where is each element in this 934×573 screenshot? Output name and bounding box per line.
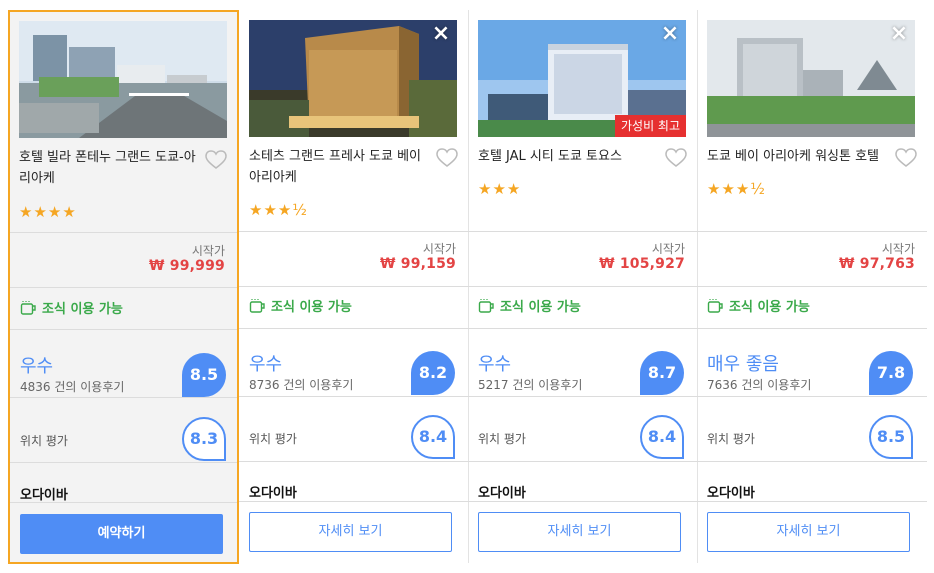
divider [10,232,237,233]
hotel-name[interactable]: 소테츠 그랜드 프레사 도쿄 베이 아리아케 [249,146,429,188]
close-icon[interactable]: × [431,23,451,45]
rating-word: 우수 [249,354,283,375]
heart-icon[interactable] [665,148,687,168]
divider [239,396,468,397]
divider [697,286,927,287]
hotel-card-2[interactable]: × 소테츠 그랜드 프레사 도쿄 베이 아리아케 ★★★½ 시작가 ₩ 99,1… [239,10,469,563]
area-name: 오다이바 [707,486,755,501]
review-score: 8.2 [411,351,455,395]
hotel-photo[interactable]: × 가성비 최고 [478,20,686,137]
divider [239,328,468,329]
price[interactable]: ₩ 105,927 [599,256,685,272]
area-name: 오다이바 [478,486,526,501]
price[interactable]: ₩ 99,159 [380,256,456,272]
location-score: 8.4 [411,415,455,459]
details-button[interactable]: 자세히 보기 [707,512,910,552]
price-label: 시작가 [422,242,456,256]
heart-icon[interactable] [895,148,917,168]
review-score: 8.5 [182,353,226,397]
divider [10,462,237,463]
hotel-name[interactable]: 도쿄 베이 아리아케 워싱톤 호텔 [707,146,887,167]
star-rating: ★★★★ [19,203,77,221]
divider [468,501,697,502]
heart-icon[interactable] [205,150,227,170]
divider [468,396,697,397]
divider [10,502,237,503]
location-score: 8.3 [182,417,226,461]
cup-icon [20,300,36,315]
cup-icon [707,298,723,313]
star-rating: ★★★ [478,180,522,198]
heart-icon[interactable] [436,148,458,168]
hotel-comparison: 호텔 빌라 폰테누 그랜드 도쿄-아리아케 ★★★★ 시작가 ₩ 99,999 … [0,0,934,573]
details-button[interactable]: 자세히 보기 [249,512,452,552]
breakfast-label: 조식 이용 가능 [500,300,581,315]
divider [468,231,697,232]
price[interactable]: ₩ 99,999 [149,258,225,274]
hotel-name[interactable]: 호텔 빌라 폰테누 그랜드 도쿄-아리아케 [19,147,199,189]
review-count[interactable]: 4836 건의 이용후기 [20,378,124,395]
divider [10,287,237,288]
location-score: 8.4 [640,415,684,459]
divider [697,501,927,502]
divider [239,501,468,502]
location-label: 위치 평가 [478,432,526,446]
area-name: 오다이바 [20,488,68,503]
hotel-card-3[interactable]: × 가성비 최고 호텔 JAL 시티 도쿄 토요스 ★★★ 시작가 ₩ 105,… [468,10,698,563]
area-name: 오다이바 [249,486,297,501]
breakfast-label: 조식 이용 가능 [42,302,123,317]
book-button[interactable]: 예약하기 [20,514,223,554]
breakfast-label: 조식 이용 가능 [271,300,352,315]
divider [468,328,697,329]
divider [697,231,927,232]
price-label: 시작가 [191,244,225,258]
price[interactable]: ₩ 97,763 [839,256,915,272]
price-label: 시작가 [651,242,685,256]
divider [697,328,927,329]
price-label: 시작가 [881,242,915,256]
best-value-badge: 가성비 최고 [614,115,686,137]
review-count[interactable]: 7636 건의 이용후기 [707,376,811,393]
hotel-name[interactable]: 호텔 JAL 시티 도쿄 토요스 [478,146,658,167]
breakfast-info: 조식 이용 가능 [707,296,810,315]
cup-icon [478,298,494,313]
review-score: 7.8 [869,351,913,395]
star-rating: ★★★½ [249,201,308,219]
breakfast-info: 조식 이용 가능 [249,296,352,315]
rating-word: 우수 [478,354,512,375]
cup-icon [249,298,265,313]
divider [10,329,237,330]
review-count[interactable]: 8736 건의 이용후기 [249,376,353,393]
close-icon[interactable]: × [660,23,680,45]
location-label: 위치 평가 [249,432,297,446]
review-count[interactable]: 5217 건의 이용후기 [478,376,582,393]
close-icon[interactable]: × [889,23,909,45]
rating-word: 우수 [20,356,54,377]
divider [697,396,927,397]
hotel-photo[interactable]: × [707,20,915,137]
divider [697,461,927,462]
divider [468,286,697,287]
hotel-photo[interactable]: × [249,20,457,137]
divider [10,397,237,398]
breakfast-label: 조식 이용 가능 [729,300,810,315]
divider [239,461,468,462]
hotel-card-4[interactable]: × 도쿄 베이 아리아케 워싱톤 호텔 ★★★½ 시작가 ₩ 97,763 조식… [697,10,927,563]
divider [239,231,468,232]
location-score: 8.5 [869,415,913,459]
divider [239,286,468,287]
breakfast-info: 조식 이용 가능 [478,296,581,315]
breakfast-info: 조식 이용 가능 [20,298,123,317]
details-button[interactable]: 자세히 보기 [478,512,681,552]
divider [468,461,697,462]
location-label: 위치 평가 [20,434,68,448]
star-rating: ★★★½ [707,180,766,198]
hotel-photo[interactable] [19,21,227,138]
location-label: 위치 평가 [707,432,755,446]
rating-word: 매우 좋음 [707,354,779,375]
review-score: 8.7 [640,351,684,395]
hotel-card-1[interactable]: 호텔 빌라 폰테누 그랜드 도쿄-아리아케 ★★★★ 시작가 ₩ 99,999 … [8,10,239,564]
